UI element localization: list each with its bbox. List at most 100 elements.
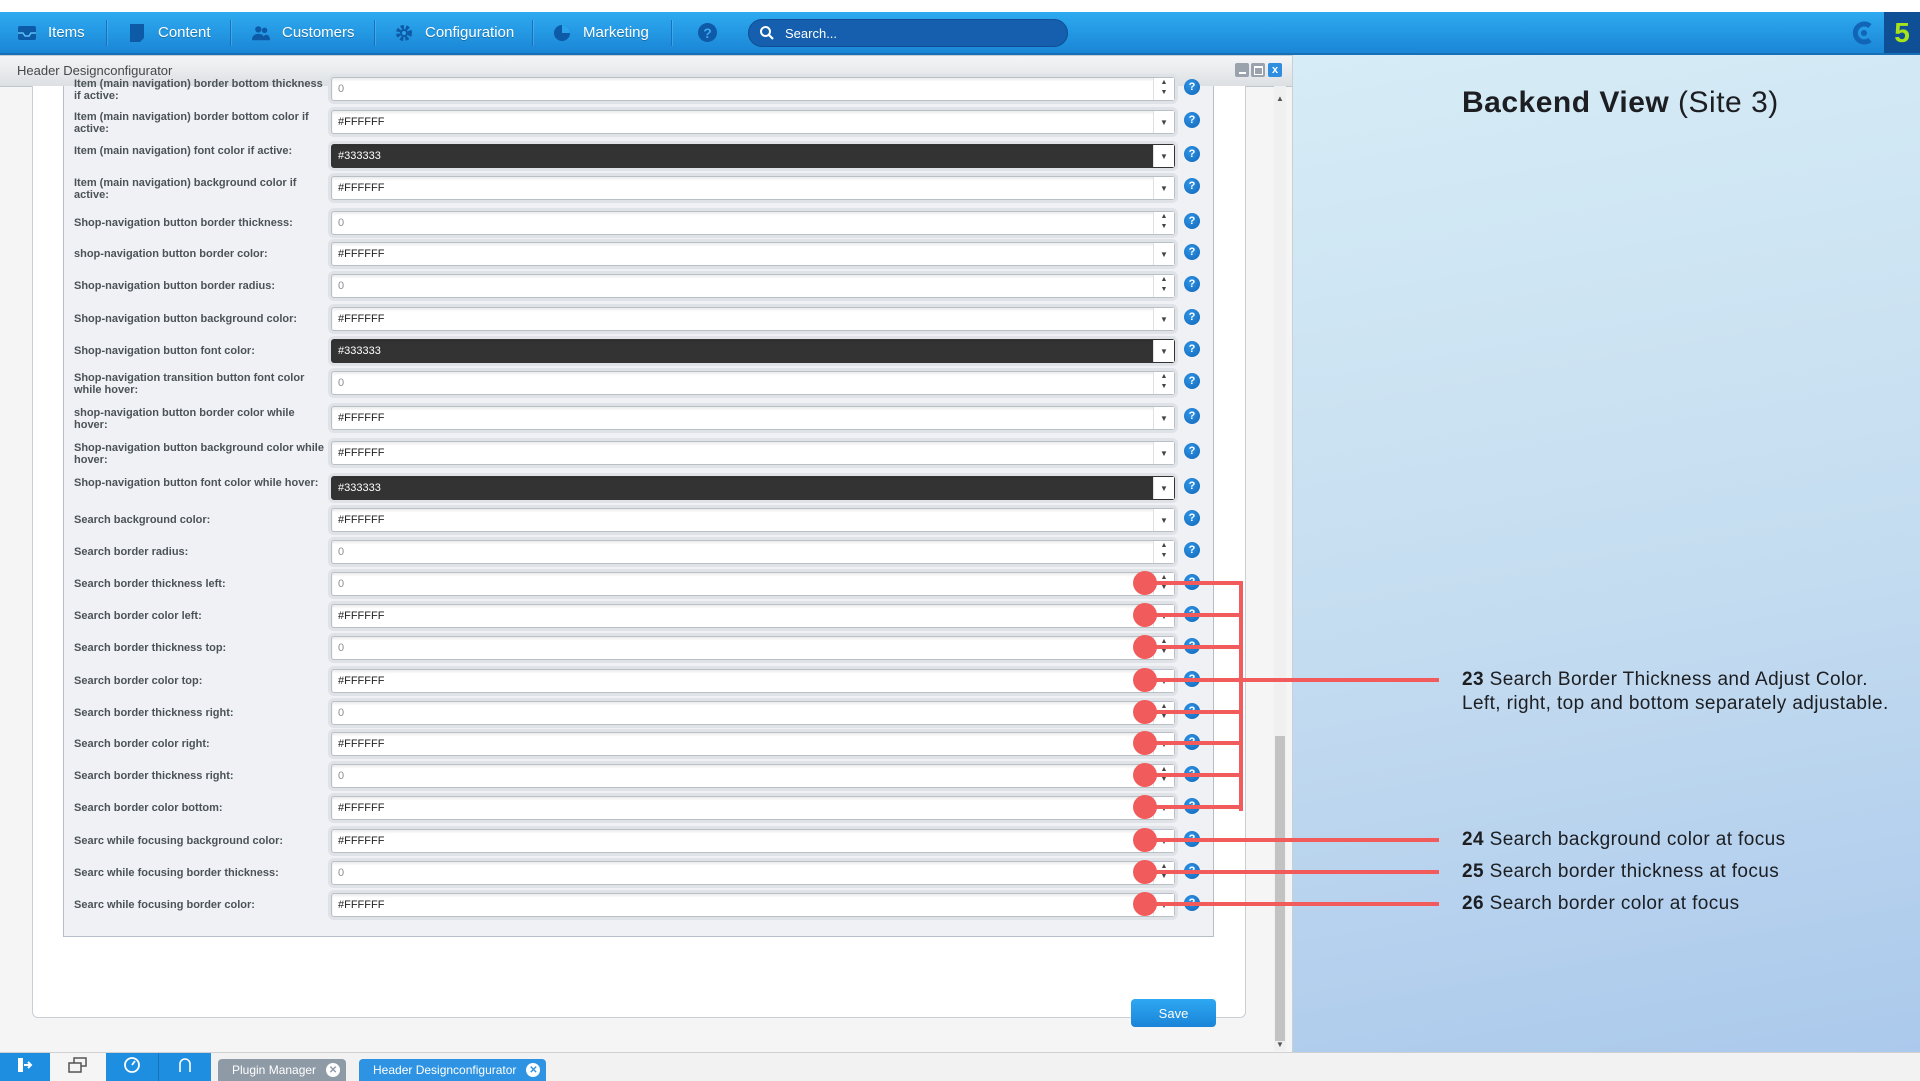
color-field[interactable]: #FFFFFF▼ <box>331 796 1175 820</box>
close-button[interactable]: x <box>1268 63 1282 77</box>
color-field[interactable]: #FFFFFF▼ <box>331 669 1175 693</box>
annotation-title-bold: Backend View <box>1462 86 1670 119</box>
color-field[interactable]: #FFFFFF▼ <box>331 176 1175 200</box>
help-icon[interactable]: ? <box>1184 510 1200 526</box>
setting-row: Searc while focusing border color: #FFFFF… <box>0 890 1200 920</box>
color-field[interactable]: #333333 ▼ <box>331 144 1175 168</box>
help-icon[interactable]: ? <box>1184 309 1200 325</box>
color-field[interactable]: #FFFFFF▼ <box>331 307 1175 331</box>
color-field[interactable]: #FFFFFF▼ <box>331 732 1175 756</box>
close-tab-icon[interactable]: ✕ <box>526 1063 541 1077</box>
dropdown-chevron-icon[interactable]: ▼ <box>1153 243 1174 265</box>
field-value: 0 <box>338 546 345 558</box>
vertical-scrollbar[interactable]: ▲ ▼ <box>1274 86 1286 1051</box>
number-field[interactable]: 0 ▲ ▼ <box>331 211 1175 235</box>
maximize-button[interactable] <box>1251 63 1265 77</box>
callout-line <box>1150 741 1243 745</box>
nav-divider <box>532 20 533 46</box>
number-field[interactable]: 0 ▲ ▼ <box>331 572 1175 596</box>
note-text: Search border thickness at focus <box>1483 861 1780 882</box>
setting-label: Item (main navigation) border bottom thi… <box>74 78 323 102</box>
color-field[interactable]: #FFFFFF▼ <box>331 110 1175 134</box>
number-field[interactable]: 0 ▲ ▼ <box>331 636 1175 660</box>
help-icon[interactable]: ? <box>1184 213 1200 229</box>
help-icon[interactable]: ? <box>1184 146 1200 162</box>
help-icon[interactable]: ? <box>1184 244 1200 260</box>
help-icon[interactable]: ? <box>1184 341 1200 357</box>
windows-button[interactable] <box>50 1053 106 1081</box>
dropdown-chevron-icon[interactable]: ▼ <box>1153 177 1174 199</box>
scroll-up-icon[interactable]: ▲ <box>1276 94 1284 103</box>
logout-button[interactable] <box>0 1053 50 1081</box>
number-field[interactable]: 0 ▲ ▼ <box>331 371 1175 395</box>
callout-line <box>1150 678 1243 682</box>
field-value: 0 <box>338 578 345 590</box>
help-icon[interactable]: ? <box>1184 373 1200 389</box>
search-input[interactable] <box>783 24 1047 42</box>
spinner-arrows-icon[interactable]: ▲ ▼ <box>1153 372 1174 394</box>
setting-label: shop-navigation button border color: <box>74 248 268 260</box>
color-field[interactable]: #FFFFFF▼ <box>331 242 1175 266</box>
number-field[interactable]: 0 ▲ ▼ <box>331 77 1175 101</box>
nav-item-customers[interactable]: Customers <box>252 12 355 53</box>
help-icon[interactable]: ? <box>1184 178 1200 194</box>
nav-item-marketing[interactable]: Marketing <box>553 12 649 53</box>
number-field[interactable]: 0 ▲ ▼ <box>331 764 1175 788</box>
scroll-down-icon[interactable]: ▼ <box>1276 1040 1284 1049</box>
color-field[interactable]: #333333 ▼ <box>331 339 1175 363</box>
number-field[interactable]: 0 ▲ ▼ <box>331 701 1175 725</box>
notifications-button[interactable] <box>159 1053 211 1081</box>
help-icon[interactable]: ? <box>1184 443 1200 459</box>
setting-row: Shop-navigation button border radius: 0 ▲ ▼… <box>0 271 1200 301</box>
dropdown-chevron-icon[interactable]: ▼ <box>1153 145 1174 167</box>
nav-divider <box>106 20 107 46</box>
color-field[interactable]: #FFFFFF▼ <box>331 829 1175 853</box>
number-field[interactable]: 0 ▲ ▼ <box>331 540 1175 564</box>
help-icon[interactable]: ? <box>698 23 717 42</box>
save-button[interactable]: Save <box>1131 999 1216 1027</box>
minimize-button[interactable] <box>1235 63 1249 77</box>
help-icon[interactable]: ? <box>1184 79 1200 95</box>
number-field[interactable]: 0 ▲ ▼ <box>331 274 1175 298</box>
help-icon[interactable]: ? <box>1184 408 1200 424</box>
taskbar-tab-plugin-manager[interactable]: Plugin Manager ✕ <box>218 1059 347 1081</box>
dropdown-chevron-icon[interactable]: ▼ <box>1153 111 1174 133</box>
color-field[interactable]: #FFFFFF▼ <box>331 508 1175 532</box>
setting-label: Shop-navigation button border radius: <box>74 280 276 292</box>
color-field[interactable]: #FFFFFF▼ <box>331 441 1175 465</box>
help-icon[interactable]: ? <box>1184 542 1200 558</box>
taskbar-tab-header-designconfigurator[interactable]: Header Designconfigurator ✕ <box>359 1059 547 1081</box>
callout-line <box>1150 581 1243 585</box>
color-field[interactable]: #FFFFFF▼ <box>331 893 1175 917</box>
spinner-arrows-icon[interactable]: ▲ ▼ <box>1153 78 1174 100</box>
global-search[interactable] <box>748 19 1068 47</box>
dropdown-chevron-icon[interactable]: ▼ <box>1153 442 1174 464</box>
brand-logo[interactable]: 5 <box>1884 12 1920 53</box>
dropdown-chevron-icon[interactable]: ▼ <box>1153 477 1174 499</box>
nav-item-configuration[interactable]: Configuration <box>395 12 514 53</box>
dropdown-chevron-icon[interactable]: ▼ <box>1153 509 1174 531</box>
spinner-arrows-icon[interactable]: ▲ ▼ <box>1153 541 1174 563</box>
setting-label: Search border color bottom: <box>74 802 223 814</box>
number-field[interactable]: 0 ▲ ▼ <box>331 861 1175 885</box>
color-field[interactable]: #FFFFFF▼ <box>331 604 1175 628</box>
setting-label: Search background color: <box>74 514 211 526</box>
setting-label: Search border thickness top: <box>74 642 227 654</box>
nav-item-items[interactable]: Items <box>18 12 85 53</box>
dashboard-button[interactable] <box>106 1053 159 1081</box>
callout-bracket <box>1239 581 1243 811</box>
spinner-arrows-icon[interactable]: ▲ ▼ <box>1153 275 1174 297</box>
help-icon[interactable]: ? <box>1184 478 1200 494</box>
spinner-arrows-icon[interactable]: ▲ ▼ <box>1153 212 1174 234</box>
dropdown-chevron-icon[interactable]: ▼ <box>1153 308 1174 330</box>
help-icon[interactable]: ? <box>1184 112 1200 128</box>
close-tab-icon[interactable]: ✕ <box>326 1063 341 1077</box>
scrollbar-thumb[interactable] <box>1275 736 1285 1041</box>
dropdown-chevron-icon[interactable]: ▼ <box>1153 407 1174 429</box>
annotation-title-rest: (Site 3) <box>1669 86 1779 119</box>
color-field[interactable]: #333333 ▼ <box>331 476 1175 500</box>
dropdown-chevron-icon[interactable]: ▼ <box>1153 340 1174 362</box>
help-icon[interactable]: ? <box>1184 276 1200 292</box>
nav-item-content[interactable]: Content <box>128 12 211 53</box>
color-field[interactable]: #FFFFFF▼ <box>331 406 1175 430</box>
